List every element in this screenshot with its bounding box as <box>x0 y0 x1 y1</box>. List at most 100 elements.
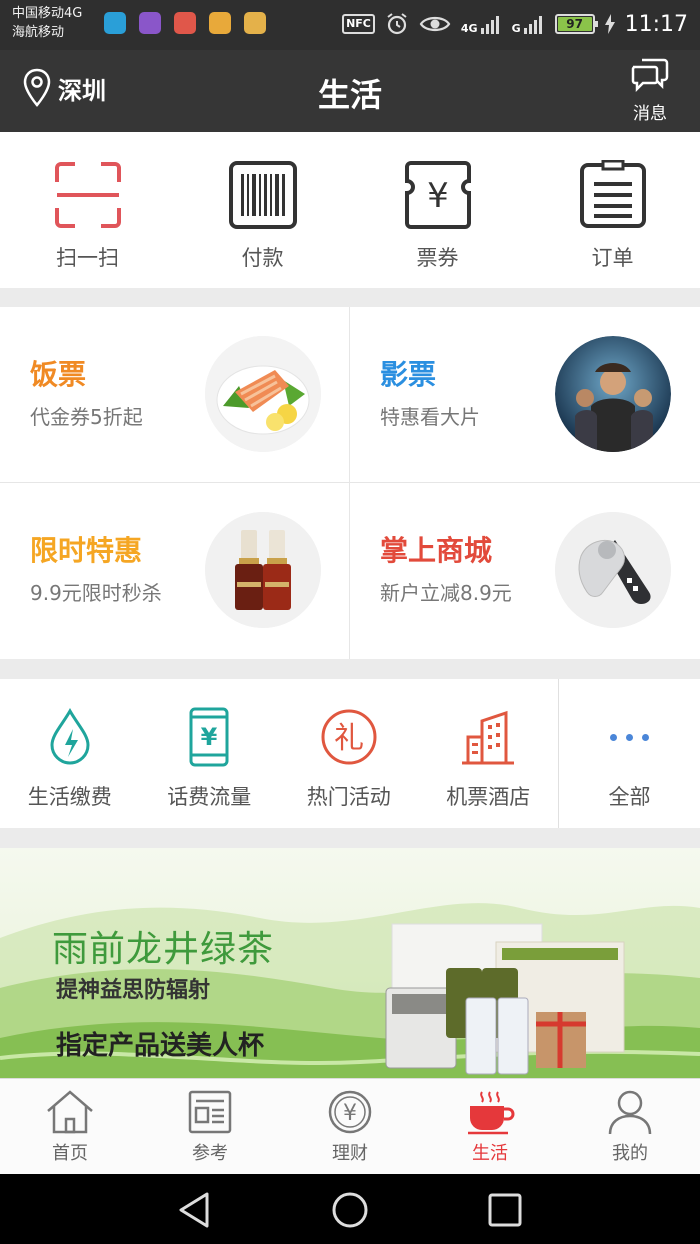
scan-button[interactable]: 扫一扫 <box>0 132 175 288</box>
promo-flash-sale[interactable]: 限时特惠 9.9元限时秒杀 <box>0 483 350 659</box>
tab-home[interactable]: 首页 <box>0 1079 140 1174</box>
coffee-cup-icon <box>468 1091 515 1135</box>
tea-promo-banner[interactable]: 雨前龙井绿茶 提神益思防辐射 指定产品送美人杯 <box>0 848 700 1078</box>
tab-finance[interactable]: ¥ 理财 <box>280 1079 420 1174</box>
tab-label: 理财 <box>332 1143 368 1164</box>
carrier-info: 中国移动4G 海航移动 <box>12 4 82 42</box>
yen-coin-icon: ¥ <box>328 1090 372 1134</box>
all-services-button[interactable]: 全部 <box>558 679 700 828</box>
net-type-4g: 4G <box>460 22 478 35</box>
promo-title: 限时特惠 <box>30 534 143 567</box>
beauty-device-image <box>555 512 671 628</box>
promo-title: 影票 <box>380 358 437 391</box>
tab-reference[interactable]: 参考 <box>140 1079 280 1174</box>
promo-mall[interactable]: 掌上商城 新户立减8.9元 <box>350 483 700 659</box>
gift-badge-icon: 礼 <box>321 709 377 765</box>
more-dots-icon <box>610 707 649 767</box>
news-icon <box>188 1090 232 1134</box>
banner-offer: 指定产品送美人杯 <box>56 1031 265 1061</box>
bottom-tab-bar: 首页 参考 ¥ 理财 生活 我的 <box>0 1078 700 1174</box>
phone-data-label: 话费流量 <box>167 785 252 809</box>
gallery-notification-icon <box>139 12 161 34</box>
home-nav-icon[interactable] <box>330 1190 370 1230</box>
svg-text:¥: ¥ <box>201 723 218 751</box>
ticket-icon: ¥ <box>404 161 471 229</box>
status-bar: 中国移动4G 海航移动 NFC 4G G 97 11:17 <box>0 0 700 50</box>
tea-gift-box <box>385 923 625 1075</box>
promo-meal-ticket[interactable]: 饭票 代金券5折起 <box>0 307 350 483</box>
messages-button[interactable]: 消息 <box>628 56 672 124</box>
order-label: 订单 <box>591 246 634 270</box>
tab-label: 我的 <box>612 1143 648 1164</box>
quick-actions: 扫一扫 付款 ¥ 票券 订单 <box>0 132 700 288</box>
pay-notification-icon <box>244 12 266 34</box>
eye-icon <box>419 16 451 32</box>
hot-events-button[interactable]: 礼 热门活动 <box>279 679 419 828</box>
carrier-secondary: 海航移动 <box>12 25 65 40</box>
tab-mine[interactable]: 我的 <box>560 1079 700 1174</box>
order-icon <box>579 160 646 228</box>
svg-text:¥: ¥ <box>343 1101 357 1126</box>
message-notification-icon <box>104 12 126 34</box>
user-icon <box>608 1090 652 1135</box>
svg-text:¥: ¥ <box>427 176 449 216</box>
home-icon <box>47 1090 93 1134</box>
promo-title: 掌上商城 <box>380 534 493 567</box>
salmon-dish-image <box>205 336 321 452</box>
promo-subtitle: 代金券5折起 <box>30 405 143 429</box>
alarm-icon <box>387 13 407 35</box>
chat-bubble-icon <box>631 58 669 93</box>
system-nav-bar <box>0 1174 700 1244</box>
order-button[interactable]: 订单 <box>525 132 700 288</box>
ticket-button[interactable]: ¥ 票券 <box>350 132 525 288</box>
movie-poster-image <box>555 336 671 452</box>
app-header: 深圳 生活 消息 <box>0 50 700 132</box>
utility-payment-label: 生活缴费 <box>27 785 112 809</box>
signal-g-icon: G <box>512 13 545 35</box>
promo-grid: 饭票 代金券5折起 影票 特惠看大片 限时特惠 9.9元限时秒杀 掌上商城 新户… <box>0 307 700 659</box>
page-title: 生活 <box>317 76 382 114</box>
scan-label: 扫一扫 <box>56 246 119 270</box>
hot-events-label: 热门活动 <box>306 785 391 809</box>
pay-button[interactable]: 付款 <box>175 132 350 288</box>
phone-yen-icon: ¥ <box>189 707 229 767</box>
promo-subtitle: 9.9元限时秒杀 <box>30 581 162 605</box>
flight-hotel-button[interactable]: 机票酒店 <box>419 679 559 828</box>
charging-icon <box>604 14 615 34</box>
all-services-label: 全部 <box>608 785 651 809</box>
pay-label: 付款 <box>241 246 284 270</box>
promo-title: 饭票 <box>30 358 87 391</box>
barcode-icon <box>228 161 297 229</box>
promo-subtitle: 特惠看大片 <box>380 405 480 429</box>
serum-bottles-image <box>205 512 321 628</box>
tab-label: 生活 <box>472 1143 508 1164</box>
net-type-g: G <box>511 22 521 35</box>
messages-label: 消息 <box>633 104 667 124</box>
tab-label: 首页 <box>52 1143 88 1164</box>
recents-icon[interactable] <box>485 1190 525 1230</box>
banner-title: 雨前龙井绿茶 <box>52 929 275 970</box>
water-bolt-icon <box>50 707 90 765</box>
phone-data-button[interactable]: ¥ 话费流量 <box>140 679 280 828</box>
building-icon <box>462 710 515 765</box>
banner-tagline: 提神益思防辐射 <box>56 978 211 1003</box>
signal-4g-icon: 4G <box>461 13 502 35</box>
promo-subtitle: 新户立减8.9元 <box>380 581 512 605</box>
nfc-icon: NFC <box>342 14 375 34</box>
promo-movie-ticket[interactable]: 影票 特惠看大片 <box>350 307 700 483</box>
utility-payment-button[interactable]: 生活缴费 <box>0 679 140 828</box>
svg-text:礼: 礼 <box>334 721 364 756</box>
carrier-primary: 中国移动4G <box>12 6 83 21</box>
services-row: 生活缴费 ¥ 话费流量 礼 热门活动 机票酒店 全部 <box>0 679 700 828</box>
scan-icon <box>54 162 121 228</box>
status-clock: 11:17 <box>624 11 688 37</box>
battery-icon: 97 <box>554 14 598 34</box>
tab-label: 参考 <box>192 1143 228 1164</box>
tab-life[interactable]: 生活 <box>420 1079 560 1174</box>
ticket-label: 票券 <box>416 246 459 270</box>
app-notification-icon <box>174 12 196 34</box>
battery-level: 97 <box>557 17 592 31</box>
weather-notification-icon <box>209 12 231 34</box>
back-icon[interactable] <box>175 1190 215 1230</box>
flight-hotel-label: 机票酒店 <box>446 785 531 809</box>
